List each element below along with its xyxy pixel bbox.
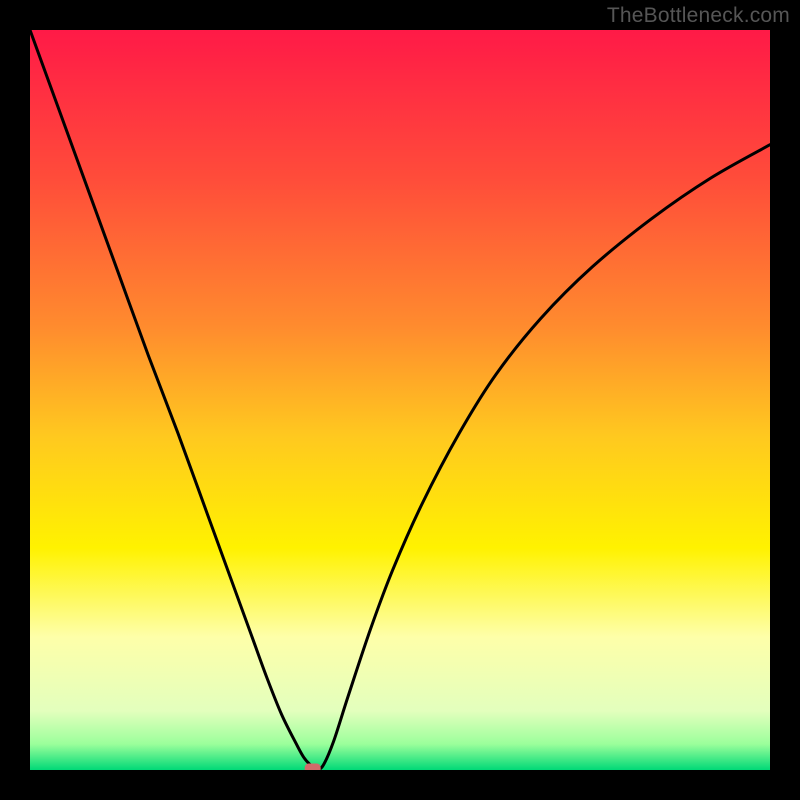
gradient-background: [30, 30, 770, 770]
bottleneck-chart: [30, 30, 770, 770]
optimal-point-marker: [305, 764, 321, 770]
watermark-text: TheBottleneck.com: [607, 4, 790, 28]
chart-frame: TheBottleneck.com: [0, 0, 800, 800]
